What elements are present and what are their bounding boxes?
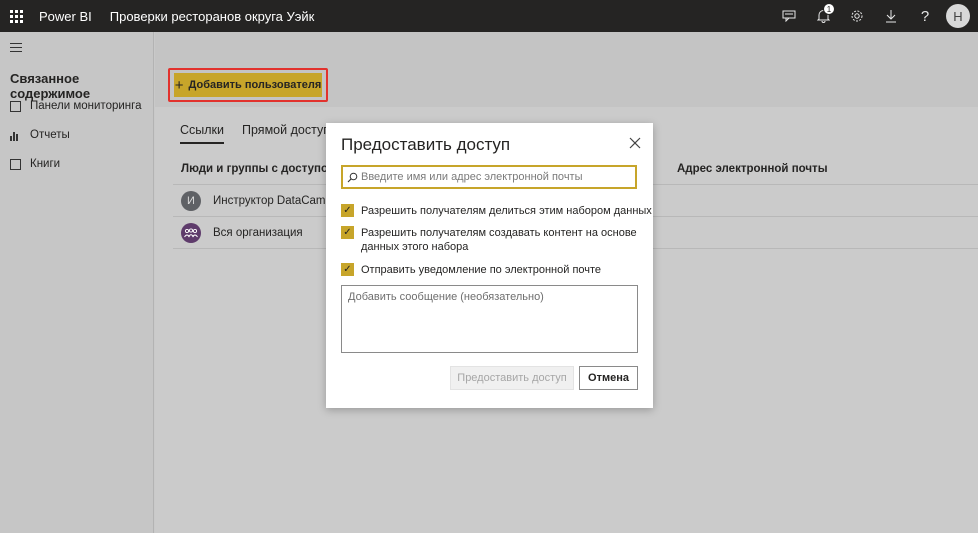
column-header-people[interactable]: Люди и группы с доступом — [181, 163, 336, 175]
search-icon — [343, 172, 361, 183]
recipient-search — [341, 165, 637, 189]
checkbox-allow-build[interactable]: ✓ Разрешить получателям создавать контен… — [341, 226, 637, 254]
plus-icon: + — [174, 76, 184, 94]
bell-icon[interactable]: 1 — [806, 0, 840, 32]
sidebar-item-reports[interactable]: Отчеты — [10, 129, 70, 141]
checkbox-label: Разрешить получателям создавать контент … — [361, 227, 637, 253]
column-header-email[interactable]: Адрес электронной почты — [677, 163, 828, 175]
sidebar: Связанное содержимое Панели мониторинга … — [0, 32, 154, 533]
sidebar-item-label: Книги — [30, 158, 61, 170]
message-textarea[interactable] — [341, 285, 638, 353]
recipient-input[interactable] — [361, 171, 635, 183]
tab-links[interactable]: Ссылки — [180, 123, 225, 144]
table-row[interactable]: Вся организация — [181, 223, 303, 243]
top-bar: Power BI Проверки ресторанов округа Уэйк… — [0, 0, 978, 32]
checkbox-checked[interactable]: ✓ — [341, 226, 354, 239]
notification-badge: 1 — [823, 3, 835, 15]
app-brand[interactable]: Power BI — [39, 9, 92, 24]
share-dialog: Предоставить доступ ✓ Разрешить получате… — [326, 123, 653, 408]
table-row[interactable]: И Инструктор DataCamp — [181, 191, 332, 211]
workbook-icon — [10, 158, 21, 170]
tab-direct-access[interactable]: Прямой доступ — [242, 123, 330, 144]
checkbox-checked[interactable]: ✓ — [341, 263, 354, 276]
checkbox-allow-share[interactable]: ✓ Разрешить получателям делиться этим на… — [341, 204, 652, 218]
organization-icon — [181, 223, 201, 243]
sidebar-item-dashboards[interactable]: Панели мониторинга — [10, 100, 141, 112]
row-name: Вся организация — [213, 227, 303, 239]
gear-icon[interactable] — [840, 0, 874, 32]
add-user-button[interactable]: + Добавить пользователя — [174, 73, 322, 97]
checkbox-label: Разрешить получателям делиться этим набо… — [361, 205, 652, 217]
add-user-highlight: + Добавить пользователя — [168, 68, 328, 102]
avatar[interactable]: Н — [946, 4, 970, 28]
dialog-title: Предоставить доступ — [341, 135, 511, 154]
add-user-label: Добавить пользователя — [188, 79, 322, 91]
checkbox-send-email[interactable]: ✓ Отправить уведомление по электронной п… — [341, 263, 601, 277]
sidebar-item-label: Отчеты — [30, 129, 70, 141]
waffle-icon[interactable] — [0, 0, 32, 32]
breadcrumb[interactable]: Проверки ресторанов округа Уэйк — [110, 9, 315, 24]
checkbox-label: Отправить уведомление по электронной поч… — [361, 264, 602, 276]
hamburger-icon[interactable] — [10, 43, 22, 55]
sidebar-item-workbooks[interactable]: Книги — [10, 158, 60, 170]
sidebar-title: Связанное содержимое — [10, 71, 91, 101]
tab-bar: Ссылки Прямой доступ — [180, 123, 330, 144]
checkbox-checked[interactable]: ✓ — [341, 204, 354, 217]
sidebar-item-label: Панели мониторинга — [30, 100, 142, 112]
download-icon[interactable] — [874, 0, 908, 32]
cancel-button[interactable]: Отмена — [579, 366, 638, 390]
grant-access-button[interactable]: Предоставить доступ — [450, 366, 574, 390]
report-icon — [10, 130, 21, 141]
feedback-icon[interactable] — [772, 0, 806, 32]
dashboard-icon — [10, 100, 21, 112]
row-name: Инструктор DataCamp — [213, 195, 332, 207]
user-avatar: И — [181, 191, 201, 211]
close-icon[interactable] — [629, 135, 641, 152]
help-icon[interactable]: ? — [908, 0, 942, 32]
